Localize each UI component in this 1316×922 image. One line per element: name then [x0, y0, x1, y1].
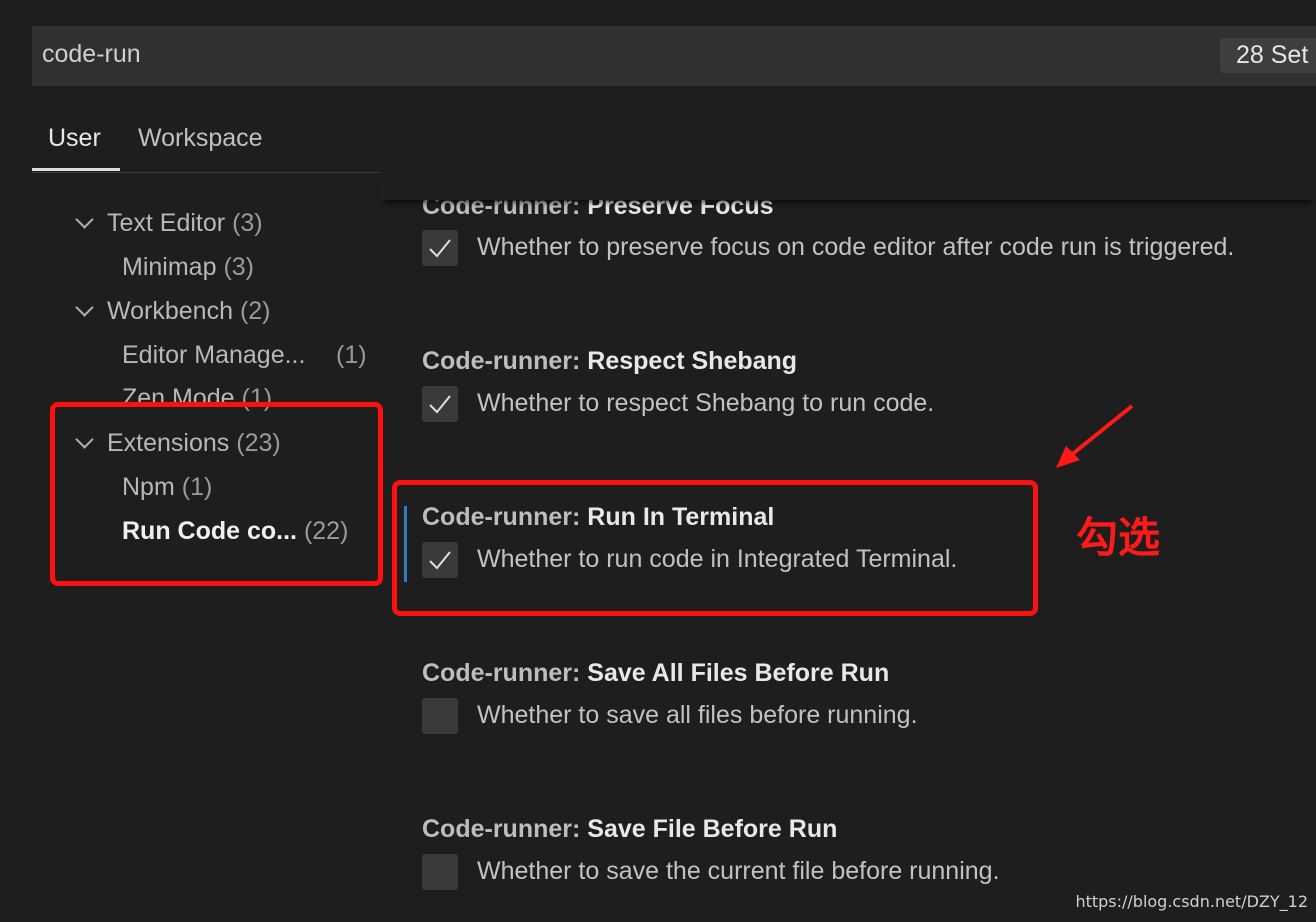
- result-count-badge: 28 Set: [1220, 38, 1316, 73]
- annotation-label: 勾选: [1076, 513, 1161, 562]
- setting-checkbox-save-file[interactable]: [422, 854, 458, 890]
- setting-title: Code-runner: Save File Before Run: [422, 815, 837, 844]
- setting-description: Whether to respect Shebang to run code.: [477, 389, 935, 417]
- setting-prefix: Code-runner:: [422, 347, 588, 375]
- chevron-down-icon[interactable]: [75, 298, 94, 317]
- setting-title: Code-runner: Save All Files Before Run: [422, 659, 889, 688]
- annotation-box-setting: [392, 480, 1038, 616]
- search-input[interactable]: code-run: [42, 40, 141, 69]
- toc-label: Minimap: [122, 253, 217, 281]
- annotation-arrow-icon: [1056, 404, 1134, 468]
- setting-checkbox-save-all-files[interactable]: [422, 698, 458, 734]
- toc-count: (1): [336, 341, 367, 369]
- setting-description: Whether to save all files before running…: [477, 701, 918, 729]
- toc-item-editor-management[interactable]: Editor Manage... (1): [122, 341, 367, 370]
- settings-scope-tabs: User Workspace: [32, 114, 1316, 173]
- tab-workspace[interactable]: Workspace: [138, 124, 263, 153]
- toc-item-text-editor[interactable]: Text Editor (3): [107, 209, 263, 238]
- setting-description: Whether to preserve focus on code editor…: [477, 233, 1235, 261]
- check-icon: [429, 395, 451, 414]
- setting-description: Whether to save the current file before …: [477, 857, 1000, 885]
- setting-prefix: Code-runner:: [422, 815, 588, 843]
- active-tab-indicator: [32, 168, 120, 171]
- chevron-down-icon[interactable]: [75, 210, 94, 229]
- toc-label: Text Editor: [107, 209, 226, 237]
- setting-name: Save All Files Before Run: [587, 659, 890, 687]
- toc-label: Workbench: [107, 297, 233, 325]
- tab-user[interactable]: User: [48, 124, 101, 153]
- toc-count: (2): [239, 297, 271, 325]
- setting-prefix: Code-runner:: [422, 659, 588, 687]
- toc-label: Editor Manage...: [122, 341, 306, 369]
- annotation-box-toc: [50, 402, 383, 586]
- toc-item-workbench[interactable]: Workbench (2): [107, 297, 271, 326]
- watermark: https://blog.csdn.net/DZY_12: [1075, 892, 1308, 911]
- toc-count: (3): [232, 209, 263, 237]
- scroll-shadow: [380, 172, 1316, 200]
- setting-checkbox-preserve-focus[interactable]: [422, 230, 458, 266]
- setting-checkbox-respect-shebang[interactable]: [422, 386, 458, 422]
- toc-count: (3): [223, 253, 254, 281]
- check-icon: [429, 239, 451, 258]
- toc-item-minimap[interactable]: Minimap (3): [122, 253, 254, 282]
- setting-name: Respect Shebang: [587, 347, 798, 375]
- setting-name: Save File Before Run: [587, 815, 838, 843]
- setting-title: Code-runner: Respect Shebang: [422, 347, 797, 376]
- settings-search-bar[interactable]: code-run 28 Set: [32, 26, 1316, 86]
